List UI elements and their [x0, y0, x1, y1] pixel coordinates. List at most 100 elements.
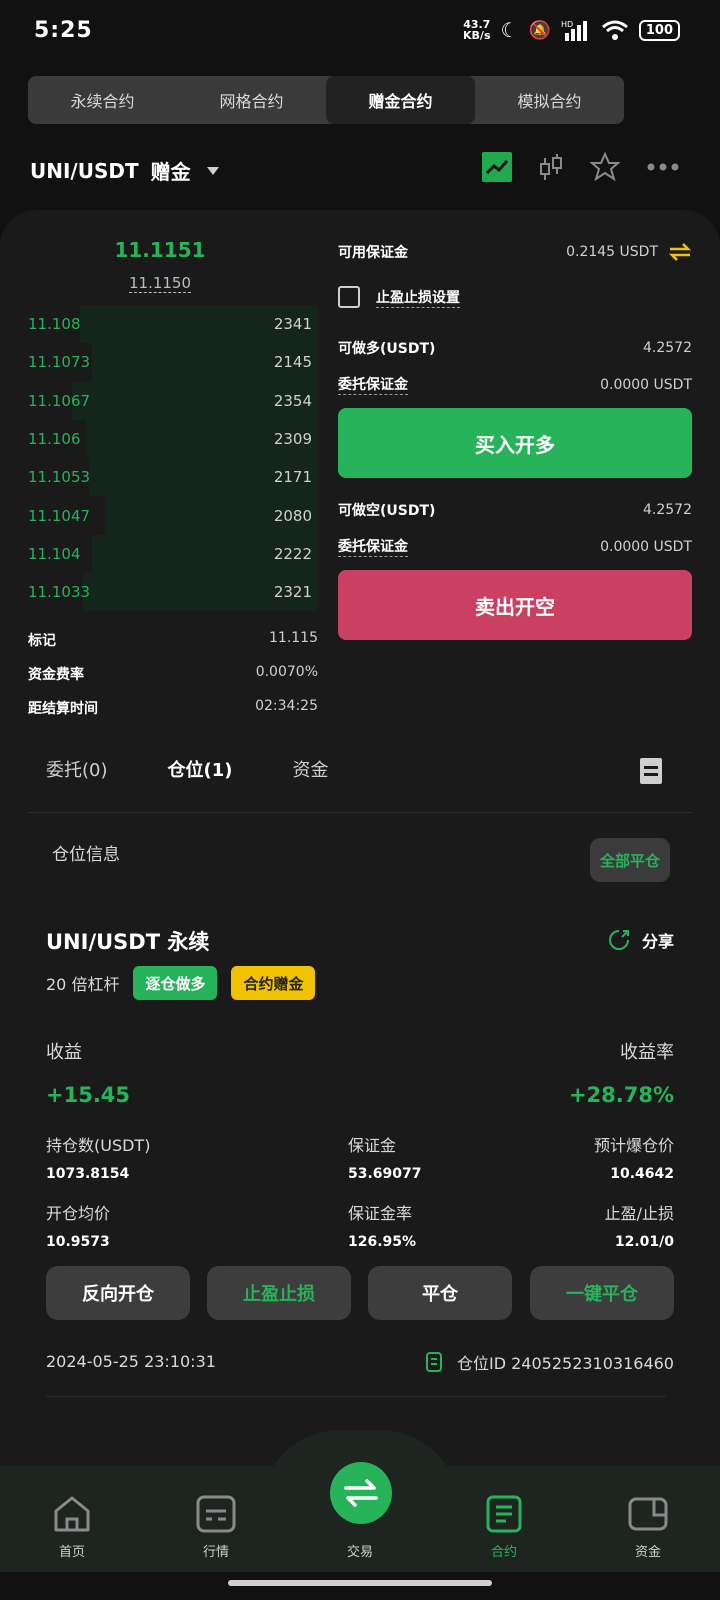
pair-selector[interactable]: UNI/USDT 赠金 [30, 156, 219, 185]
pair-symbol: UNI/USDT [30, 158, 139, 183]
share-icon [609, 930, 629, 950]
row-price: 11.1073 [28, 353, 91, 372]
tab-demo[interactable]: 模拟合约 [475, 76, 624, 124]
position-id[interactable]: 仓位ID 2405252310316460 [425, 1350, 674, 1374]
tpsl-checkbox[interactable] [338, 286, 360, 308]
chevron-down-icon [206, 166, 219, 175]
position-time: 2024-05-25 23:10:31 [46, 1352, 216, 1371]
status-icons: 43.7 KB/s ☾ 🔕 HD 100 [463, 18, 680, 42]
row-qty: 2080 [273, 506, 312, 525]
leverage-label: 20 倍杠杆 [46, 975, 120, 994]
short-order-margin: 委托保证金 0.0000 USDT [338, 536, 692, 557]
close-all-button[interactable]: 全部平仓 [590, 838, 670, 882]
row-price: 11.104 [28, 544, 81, 563]
margin: 保证金 53.69077 [348, 1136, 422, 1182]
row-price: 11.1067 [28, 391, 91, 410]
home-indicator [228, 1580, 492, 1586]
row-qty: 2222 [273, 544, 312, 563]
contract-icon [486, 1495, 522, 1533]
trade-center-button[interactable] [330, 1462, 392, 1524]
pnl-rate-value: +28.78% [568, 1083, 674, 1107]
one-click-close-button[interactable]: 一键平仓 [530, 1266, 674, 1320]
candlestick-icon[interactable] [538, 152, 564, 182]
nav-contract[interactable]: 合约 [432, 1466, 576, 1572]
pnl-rate-label: 收益率 [620, 1042, 674, 1063]
row-price: 11.108 [28, 315, 81, 334]
stat-mark: 标记 11.115 [28, 630, 318, 649]
row-qty: 2321 [273, 583, 312, 602]
network-speed: 43.7 KB/s [463, 18, 491, 42]
last-price: 11.1151 [114, 238, 206, 262]
margin-rate: 保证金率 126.95% [348, 1204, 417, 1250]
row-price: 11.1047 [28, 506, 91, 525]
long-available: 可做多(USDT) 4.2572 [338, 340, 692, 357]
order-book-row[interactable]: 11.106 2309 [28, 419, 318, 459]
header-actions [482, 152, 680, 182]
bonus-badge: 合约赠金 [231, 966, 316, 1000]
close-position-button[interactable]: 平仓 [368, 1266, 512, 1320]
tab-perpetual[interactable]: 永续合约 [28, 76, 177, 124]
order-book-row[interactable]: 11.108 2341 [28, 305, 318, 344]
tpsl-label: 止盈止损设置 [376, 287, 460, 308]
status-time: 5:25 [34, 18, 93, 43]
liquidation-price: 预计爆仓价 10.4642 [593, 1136, 674, 1182]
order-book-row[interactable]: 11.1053 2171 [28, 458, 318, 497]
tpsl-setting[interactable]: 止盈止损设置 [338, 286, 460, 308]
row-qty: 2309 [273, 430, 312, 449]
order-book-row[interactable]: 11.1073 2145 [28, 343, 318, 382]
pair-type: 赠金 [150, 160, 191, 184]
home-icon [54, 1496, 90, 1532]
battery-indicator: 100 [638, 19, 680, 41]
row-qty: 2171 [273, 468, 312, 487]
star-icon[interactable] [590, 152, 620, 182]
tab-orders[interactable]: 委托(0) [46, 756, 108, 782]
share-button[interactable]: 分享 [608, 928, 674, 952]
tpsl-button[interactable]: 止盈止损 [207, 1266, 351, 1320]
sell-short-button[interactable]: 卖出开空 [338, 570, 692, 640]
line-chart-icon[interactable] [482, 152, 512, 182]
position-title: UNI/USDT 永续 [46, 930, 210, 954]
stat-funding-rate: 资金费率 0.0070% [28, 664, 318, 683]
more-icon[interactable] [646, 162, 680, 172]
buy-long-button[interactable]: 买入开多 [338, 408, 692, 478]
open-avg-price: 开仓均价 10.9573 [46, 1204, 111, 1250]
nav-assets[interactable]: 资金 [576, 1466, 720, 1572]
tab-bonus[interactable]: 赠金合约 [326, 76, 475, 124]
order-book-row[interactable]: 11.1067 2354 [28, 381, 318, 420]
wallet-icon [628, 1497, 668, 1531]
mark-price: 11.1150 [128, 274, 192, 293]
order-book-row[interactable]: 11.1033 2321 [28, 573, 318, 612]
signal-icon: HD [561, 20, 587, 41]
moon-icon: ☾ [500, 18, 519, 42]
row-price: 11.1053 [28, 468, 91, 487]
pnl-label: 收益 [46, 1042, 82, 1063]
tab-grid[interactable]: 网格合约 [177, 76, 326, 124]
tab-positions[interactable]: 仓位(1) [168, 756, 233, 782]
row-qty: 2354 [273, 391, 312, 410]
position-tabs: 委托(0) 仓位(1) 资金 [46, 756, 328, 782]
order-book-row[interactable]: 11.1047 2080 [28, 496, 318, 535]
nav-home[interactable]: 首页 [0, 1466, 144, 1572]
wifi-icon [601, 20, 628, 40]
hold-amount: 持仓数(USDT) 1073.8154 [46, 1136, 151, 1182]
order-book-row[interactable]: 11.104 2222 [28, 534, 318, 574]
nav-market[interactable]: 行情 [144, 1466, 288, 1572]
svg-text:HD: HD [561, 20, 573, 29]
reverse-open-button[interactable]: 反向开仓 [46, 1266, 190, 1320]
long-order-margin: 委托保证金 0.0000 USDT [338, 374, 692, 395]
tpsl-values: 止盈/止损 12.01/0 [604, 1204, 674, 1250]
swap-icon [344, 1479, 378, 1507]
tab-assets[interactable]: 资金 [292, 756, 328, 782]
short-available: 可做空(USDT) 4.2572 [338, 502, 692, 519]
position-section-title: 仓位信息 [52, 845, 120, 865]
isolated-long-badge: 逐仓做多 [133, 966, 218, 1000]
pnl-value: +15.45 [46, 1083, 131, 1107]
order-book: 11.108 2341 11.1073 2145 11.1067 2354 11.10… [28, 305, 318, 612]
list-icon[interactable] [640, 758, 662, 784]
copy-icon [425, 1352, 442, 1372]
available-margin: 可用保证金 0.2145 USDT [338, 242, 692, 262]
divider [28, 812, 692, 813]
position-tags: 20 倍杠杆 逐仓做多 合约赠金 [46, 966, 316, 1000]
row-qty: 2341 [273, 315, 312, 334]
transfer-icon[interactable] [668, 243, 692, 261]
